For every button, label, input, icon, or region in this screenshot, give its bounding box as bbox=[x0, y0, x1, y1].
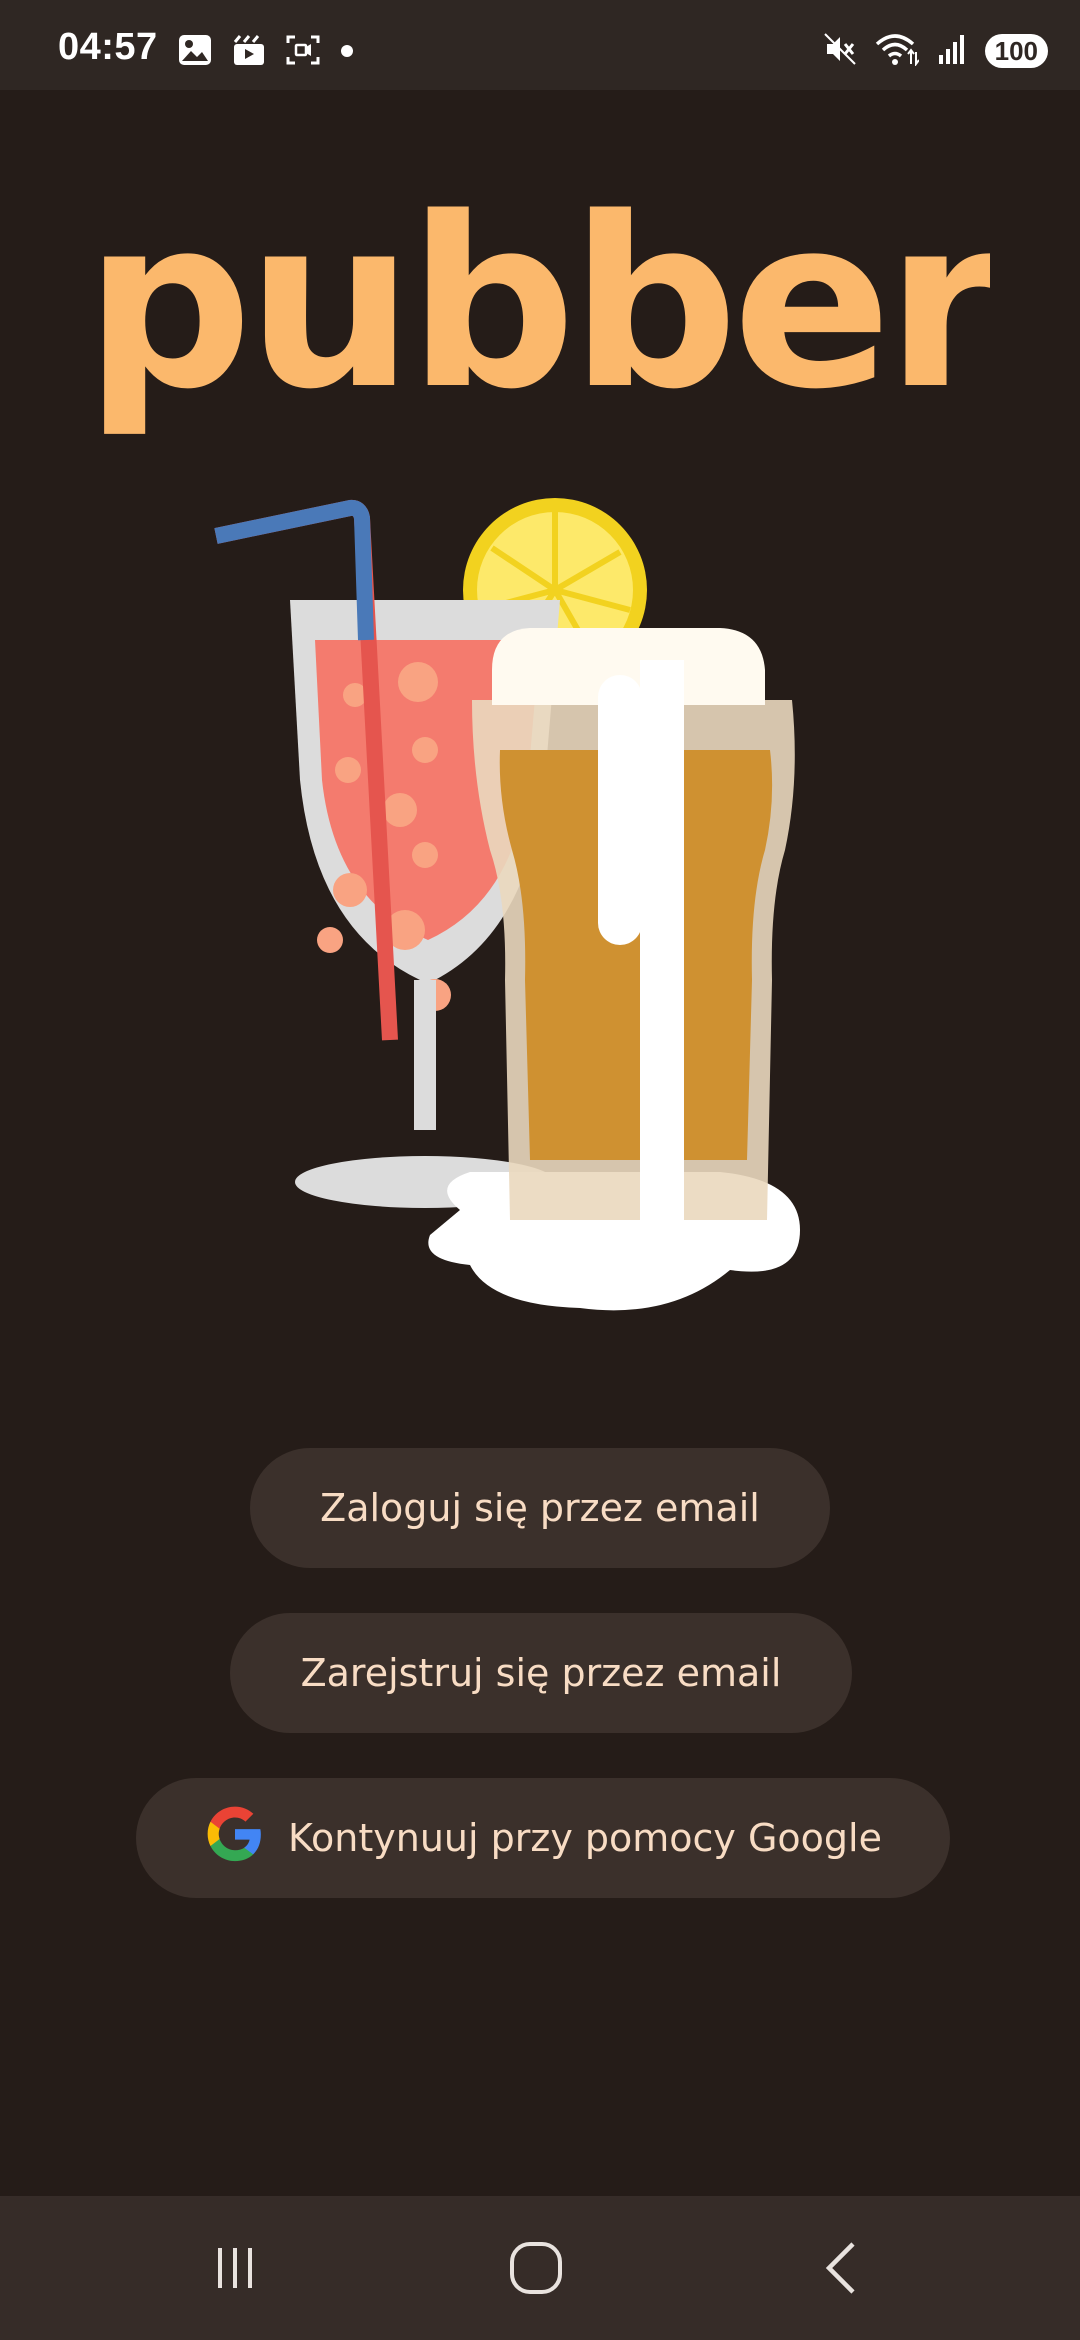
screen-record-icon bbox=[286, 34, 320, 70]
navigation-bar bbox=[0, 2196, 1080, 2340]
app-logo: pubber bbox=[90, 190, 990, 441]
drinks-illustration bbox=[214, 498, 800, 1311]
gallery-icon bbox=[178, 34, 212, 70]
login-screen: 04:57 100 pubber Zaloguj się przez email… bbox=[0, 0, 1080, 2340]
register-email-button[interactable]: Zarejstruj się przez email bbox=[230, 1613, 852, 1733]
wifi-icon bbox=[875, 32, 920, 70]
google-signin-label: Kontynuuj przy pomocy Google bbox=[288, 1816, 882, 1860]
status-right-icons: 100 bbox=[823, 32, 1048, 70]
login-email-button[interactable]: Zaloguj się przez email bbox=[250, 1448, 830, 1568]
signal-icon bbox=[937, 33, 967, 69]
register-email-label: Zarejstruj się przez email bbox=[300, 1651, 782, 1695]
status-time: 04:57 bbox=[58, 26, 158, 68]
status-left-icons bbox=[178, 34, 354, 70]
login-email-label: Zaloguj się przez email bbox=[320, 1486, 760, 1530]
notification-dot-icon bbox=[340, 43, 354, 62]
back-icon[interactable] bbox=[802, 2232, 882, 2304]
recent-apps-icon[interactable] bbox=[195, 2232, 275, 2304]
logo-text: pubber bbox=[90, 190, 990, 441]
status-bar: 04:57 100 bbox=[0, 0, 1080, 90]
google-signin-button[interactable]: Kontynuuj przy pomocy Google bbox=[136, 1778, 950, 1898]
home-icon[interactable] bbox=[496, 2232, 576, 2304]
mute-icon bbox=[823, 32, 857, 70]
battery-icon: 100 bbox=[984, 34, 1048, 68]
media-icon bbox=[232, 34, 266, 70]
google-icon bbox=[204, 1803, 266, 1874]
beer-glass bbox=[472, 628, 795, 1220]
